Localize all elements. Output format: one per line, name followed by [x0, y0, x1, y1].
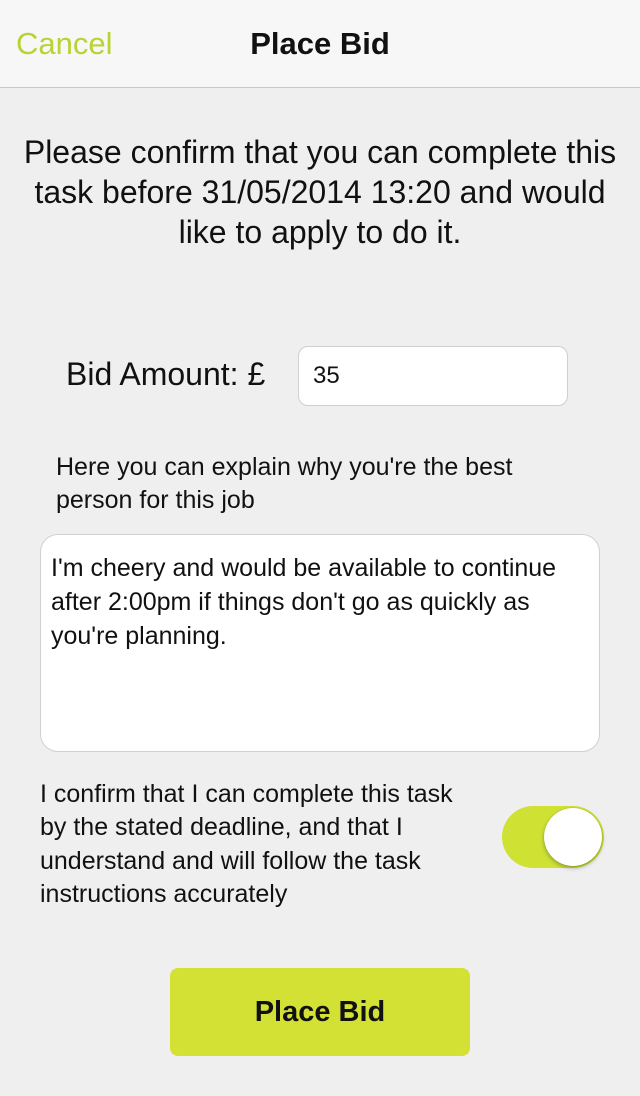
agreement-text: I confirm that I can complete this task …	[40, 780, 453, 908]
explanation-label: Here you can explain why you're the best…	[56, 453, 513, 514]
cancel-button[interactable]: Cancel	[16, 24, 113, 64]
confirm-message: Please confirm that you can complete thi…	[23, 134, 617, 250]
place-bid-button[interactable]: Place Bid	[170, 968, 470, 1056]
toggle-knob	[544, 808, 602, 866]
explanation-textarea[interactable]: I'm cheery and would be available to con…	[40, 534, 600, 752]
navigation-bar: Cancel Place Bid	[0, 0, 640, 88]
bid-amount-input[interactable]	[298, 346, 568, 406]
agreement-toggle[interactable]	[502, 806, 604, 868]
bid-amount-label: Bid Amount: £	[66, 356, 266, 392]
